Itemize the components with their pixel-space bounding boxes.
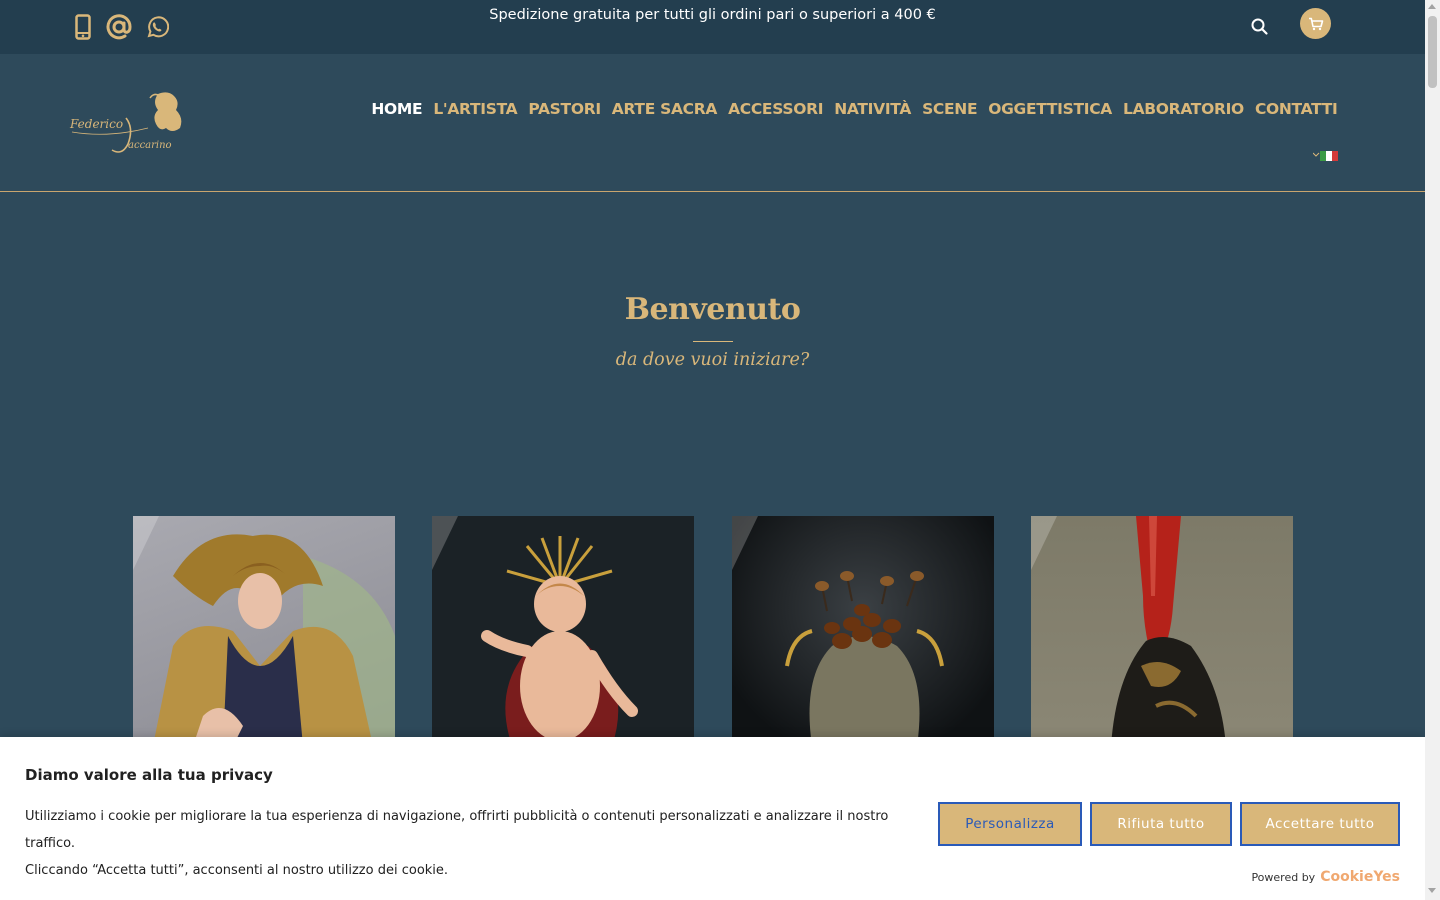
tile-corner	[432, 516, 458, 570]
scroll-down-arrow-icon[interactable]	[1428, 888, 1436, 893]
powered-by: Powered by CookieYes	[1251, 869, 1400, 885]
category-tile-baby-jesus[interactable]	[432, 516, 694, 746]
hero-divider	[692, 341, 733, 342]
hero-section: Benvenuto da dove vuoi iniziare?	[0, 292, 1425, 370]
hero-subtitle: da dove vuoi iniziare?	[615, 350, 810, 370]
tile-corner	[732, 516, 758, 570]
reject-all-button[interactable]: Rifiuta tutto	[1090, 802, 1232, 846]
main-header: Federico accarino HOME L'ARTISTA PASTORI…	[0, 54, 1425, 192]
category-tile-chestnuts[interactable]	[732, 516, 994, 746]
nav-accessori[interactable]: ACCESSORI	[723, 100, 829, 118]
nav-nativita[interactable]: NATIVITÀ	[829, 100, 917, 118]
cookie-title: Diamo valore alla tua privacy	[25, 766, 273, 784]
category-tile-angel[interactable]	[133, 516, 395, 746]
tile-corner	[1031, 516, 1057, 570]
nav-artista[interactable]: L'ARTISTA	[428, 100, 523, 118]
cart-icon	[1308, 17, 1323, 30]
nav-home[interactable]: HOME	[366, 100, 428, 118]
hero-title: Benvenuto	[624, 292, 801, 327]
tile-corner	[133, 516, 159, 570]
cookieyes-logo[interactable]: CookieYes	[1320, 869, 1400, 885]
scrollbar-thumb[interactable]	[1428, 16, 1437, 88]
nav-oggettistica[interactable]: OGGETTISTICA	[983, 100, 1118, 118]
scroll-up-arrow-icon[interactable]	[1428, 4, 1436, 9]
language-switcher[interactable]	[1313, 150, 1338, 162]
nav-contatti[interactable]: CONTATTI	[1249, 100, 1343, 118]
site-logo[interactable]: Federico accarino	[68, 88, 188, 160]
svg-text:Federico: Federico	[69, 117, 123, 131]
nav-pastori[interactable]: PASTORI	[523, 100, 606, 118]
nav-scene[interactable]: SCENE	[917, 100, 983, 118]
cart-button[interactable]	[1300, 8, 1331, 39]
cookie-consent-banner: Diamo valore alla tua privacy Utilizziam…	[0, 737, 1425, 900]
cookie-text: Utilizziamo i cookie per migliorare la t…	[25, 803, 905, 884]
nav-arte-sacra[interactable]: ARTE SACRA	[606, 100, 722, 118]
cookie-text-line-2: Cliccando “Accetta tutti”, acconsenti al…	[25, 863, 449, 878]
cookie-text-line-1: Utilizziamo i cookie per migliorare la t…	[25, 809, 889, 851]
nav-laboratorio[interactable]: LABORATORIO	[1118, 100, 1250, 118]
category-tile-horn[interactable]	[1031, 516, 1293, 746]
free-shipping-banner: Spedizione gratuita per tutti gli ordini…	[489, 7, 936, 23]
svg-text:accarino: accarino	[128, 140, 172, 151]
search-icon[interactable]	[1250, 17, 1270, 37]
accept-all-button[interactable]: Accettare tutto	[1240, 802, 1400, 846]
main-nav: HOME L'ARTISTA PASTORI ARTE SACRA ACCESS…	[366, 100, 1343, 118]
powered-by-label: Powered by	[1251, 870, 1316, 884]
top-bar: Spedizione gratuita per tutti gli ordini…	[0, 0, 1425, 54]
customize-button[interactable]: Personalizza	[938, 802, 1082, 846]
page-scrollbar[interactable]	[1425, 0, 1440, 900]
it-flag-icon	[1313, 151, 1338, 161]
